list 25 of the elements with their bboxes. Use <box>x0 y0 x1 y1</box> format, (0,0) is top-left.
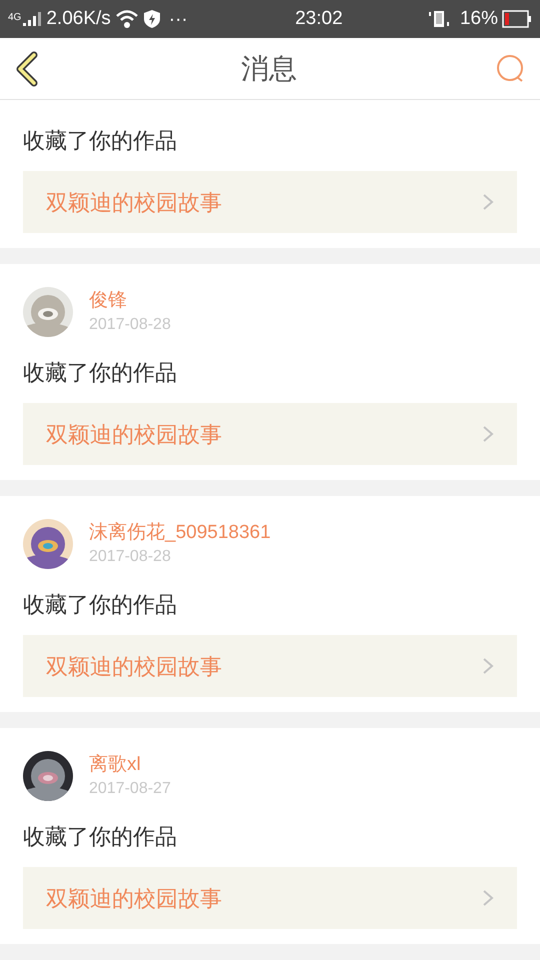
chevron-right-icon <box>482 657 494 675</box>
message-text: 收藏了你的作品 <box>23 127 178 155</box>
network-speed: 2.06K/s <box>46 6 111 31</box>
wifi-icon <box>114 9 139 29</box>
chevron-right-icon <box>482 889 494 907</box>
shield-icon <box>142 9 161 29</box>
user-name[interactable]: 俊锋 <box>89 288 171 314</box>
chevron-right-icon <box>482 425 494 443</box>
user-name[interactable]: 沫离伤花_509518361 <box>89 520 271 546</box>
network-label: 4G <box>8 13 22 23</box>
battery-icon <box>502 10 532 28</box>
message-text: 收藏了你的作品 <box>23 823 178 851</box>
work-link[interactable]: 双颖迪的校园故事 <box>23 867 517 929</box>
page-title: 消息 <box>241 52 297 86</box>
more-indicator: ··· <box>168 10 188 28</box>
signal-icon <box>22 11 42 27</box>
chevron-right-icon <box>482 193 494 211</box>
message-text: 收藏了你的作品 <box>23 591 178 619</box>
work-link[interactable]: 双颖迪的校园故事 <box>23 635 517 697</box>
clock: 23:02 <box>294 6 343 31</box>
work-link[interactable]: 双颖迪的校园故事 <box>23 171 517 233</box>
message-text: 收藏了你的作品 <box>23 359 178 387</box>
battery-percent: 16% <box>460 6 498 31</box>
work-link[interactable]: 双颖迪的校园故事 <box>23 403 517 465</box>
user-name[interactable]: 离歌xl <box>89 752 171 778</box>
